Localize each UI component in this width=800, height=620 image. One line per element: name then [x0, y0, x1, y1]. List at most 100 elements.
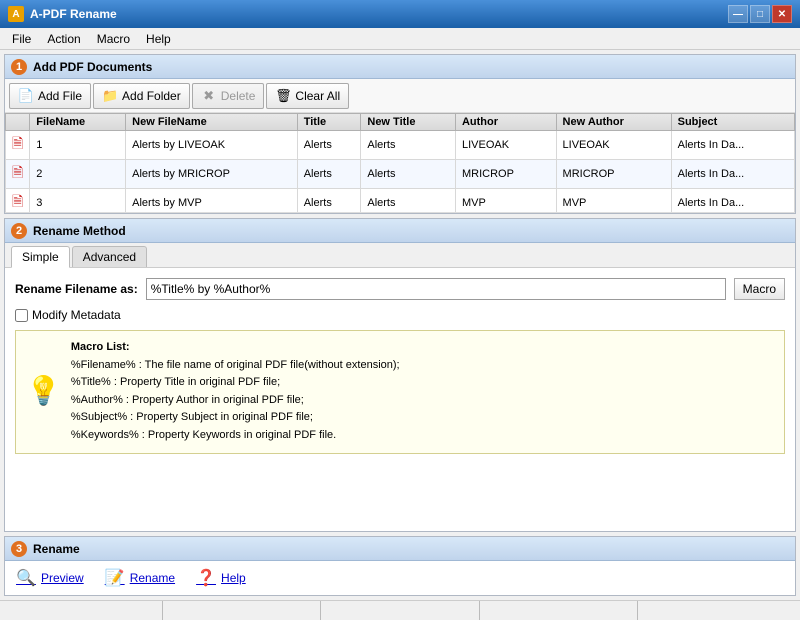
row-new-filename: Alerts by MRICROP	[126, 160, 298, 189]
table-row[interactable]: 🗎 3 Alerts by MVP Alerts Alerts MVP MVP …	[6, 189, 795, 214]
tab-simple-content: Rename Filename as: Macro Modify Metadat…	[5, 268, 795, 464]
macro-item-1: %Filename% : The file name of original P…	[71, 359, 400, 371]
section-2-number: 2	[11, 223, 27, 239]
status-panel-5	[638, 601, 796, 620]
col-title[interactable]: Title	[297, 114, 361, 131]
rename-section: 3 Rename 🔍 Preview 📝 Rename ❓ Help	[4, 536, 796, 596]
row-new-title: Alerts	[361, 189, 456, 214]
documents-table-container[interactable]: FileName New FileName Title New Title Au…	[5, 113, 795, 213]
row-subject: Alerts In Da...	[671, 160, 794, 189]
menu-action[interactable]: Action	[39, 30, 88, 48]
col-author[interactable]: Author	[455, 114, 556, 131]
modify-metadata-checkbox[interactable]	[15, 309, 28, 322]
status-panel-2	[163, 601, 322, 620]
row-icon: 🗎	[6, 131, 30, 160]
row-title: Alerts	[297, 160, 361, 189]
delete-button[interactable]: ✖ Delete	[192, 83, 265, 109]
macro-list-title: Macro List:	[71, 341, 130, 353]
rename-execute-label: Rename	[130, 571, 175, 585]
row-icon: 🗎	[6, 160, 30, 189]
window-controls: — □ ✕	[728, 5, 792, 23]
menu-help[interactable]: Help	[138, 30, 179, 48]
rename-method-header: 2 Rename Method	[5, 219, 795, 243]
add-documents-header: 1 Add PDF Documents	[5, 55, 795, 79]
row-new-author: MRICROP	[556, 160, 671, 189]
section-3-number: 3	[11, 541, 27, 557]
add-file-icon: 📄	[18, 88, 34, 104]
row-new-title: Alerts	[361, 160, 456, 189]
col-subject[interactable]: Subject	[671, 114, 794, 131]
menu-bar: File Action Macro Help	[0, 28, 800, 50]
rename-filename-label: Rename Filename as:	[15, 282, 138, 296]
row-author: MVP	[455, 189, 556, 214]
minimize-button[interactable]: —	[728, 5, 748, 23]
documents-table: FileName New FileName Title New Title Au…	[5, 113, 795, 213]
add-file-button[interactable]: 📄 Add File	[9, 83, 91, 109]
help-button[interactable]: ❓ Help	[195, 567, 246, 589]
macro-item-2: %Title% : Property Title in original PDF…	[71, 376, 280, 388]
preview-button[interactable]: 🔍 Preview	[15, 567, 84, 589]
status-bar	[0, 600, 800, 620]
col-new-author[interactable]: New Author	[556, 114, 671, 131]
menu-file[interactable]: File	[4, 30, 39, 48]
col-filename[interactable]: FileName	[30, 114, 126, 131]
table-row[interactable]: 🗎 2 Alerts by MRICROP Alerts Alerts MRIC…	[6, 160, 795, 189]
preview-label: Preview	[41, 571, 84, 585]
row-author: MRICROP	[455, 160, 556, 189]
add-folder-button[interactable]: 📁 Add Folder	[93, 83, 190, 109]
close-button[interactable]: ✕	[772, 5, 792, 23]
row-subject: Alerts In Da...	[671, 131, 794, 160]
rename-filename-row: Rename Filename as: Macro	[15, 278, 785, 300]
macro-item-3: %Author% : Property Author in original P…	[71, 394, 304, 406]
clear-all-button[interactable]: 🗑 Clear All	[266, 83, 349, 109]
rename-actions-row: 🔍 Preview 📝 Rename ❓ Help	[5, 561, 795, 595]
modify-metadata-row: Modify Metadata	[15, 308, 785, 322]
documents-toolbar: 📄 Add File 📁 Add Folder ✖ Delete 🗑 Clear…	[5, 79, 795, 113]
row-icon: 🗎	[6, 189, 30, 214]
rename-method-section: 2 Rename Method Simple Advanced Rename F…	[4, 218, 796, 532]
status-panel-3	[321, 601, 480, 620]
title-bar: A A-PDF Rename — □ ✕	[0, 0, 800, 28]
rename-title: Rename	[33, 542, 80, 556]
row-new-author: LIVEOAK	[556, 131, 671, 160]
row-filename: 1	[30, 131, 126, 160]
macro-list-content: Macro List: %Filename% : The file name o…	[71, 339, 400, 445]
row-new-author: MVP	[556, 189, 671, 214]
add-documents-section: 1 Add PDF Documents 📄 Add File 📁 Add Fol…	[4, 54, 796, 214]
macro-item-5: %Keywords% : Property Keywords in origin…	[71, 429, 336, 441]
macro-info-box: 💡 Macro List: %Filename% : The file name…	[15, 330, 785, 454]
rename-tabs: Simple Advanced	[5, 243, 795, 268]
section-1-number: 1	[11, 59, 27, 75]
rename-header: 3 Rename	[5, 537, 795, 561]
rename-method-title: Rename Method	[33, 224, 126, 238]
col-new-filename[interactable]: New FileName	[126, 114, 298, 131]
preview-icon: 🔍	[15, 567, 37, 589]
window-title: A-PDF Rename	[30, 7, 728, 21]
row-new-filename: Alerts by LIVEOAK	[126, 131, 298, 160]
help-label: Help	[221, 571, 246, 585]
app-icon: A	[8, 6, 24, 22]
macro-item-4: %Subject% : Property Subject in original…	[71, 411, 313, 423]
delete-icon: ✖	[201, 88, 217, 104]
main-content: 1 Add PDF Documents 📄 Add File 📁 Add Fol…	[0, 50, 800, 600]
rename-execute-button[interactable]: 📝 Rename	[104, 567, 175, 589]
table-row[interactable]: 🗎 1 Alerts by LIVEOAK Alerts Alerts LIVE…	[6, 131, 795, 160]
row-filename: 2	[30, 160, 126, 189]
rename-execute-icon: 📝	[104, 567, 126, 589]
row-new-filename: Alerts by MVP	[126, 189, 298, 214]
menu-macro[interactable]: Macro	[89, 30, 138, 48]
help-icon: ❓	[195, 567, 217, 589]
row-author: LIVEOAK	[455, 131, 556, 160]
row-title: Alerts	[297, 131, 361, 160]
maximize-button[interactable]: □	[750, 5, 770, 23]
macro-button[interactable]: Macro	[734, 278, 785, 300]
row-title: Alerts	[297, 189, 361, 214]
lightbulb-icon: 💡	[26, 339, 61, 445]
tab-simple[interactable]: Simple	[11, 246, 70, 268]
add-documents-title: Add PDF Documents	[33, 60, 152, 74]
row-subject: Alerts In Da...	[671, 189, 794, 214]
tab-advanced[interactable]: Advanced	[72, 246, 147, 267]
col-new-title[interactable]: New Title	[361, 114, 456, 131]
clear-all-icon: 🗑	[275, 88, 291, 104]
rename-filename-input[interactable]	[146, 278, 726, 300]
